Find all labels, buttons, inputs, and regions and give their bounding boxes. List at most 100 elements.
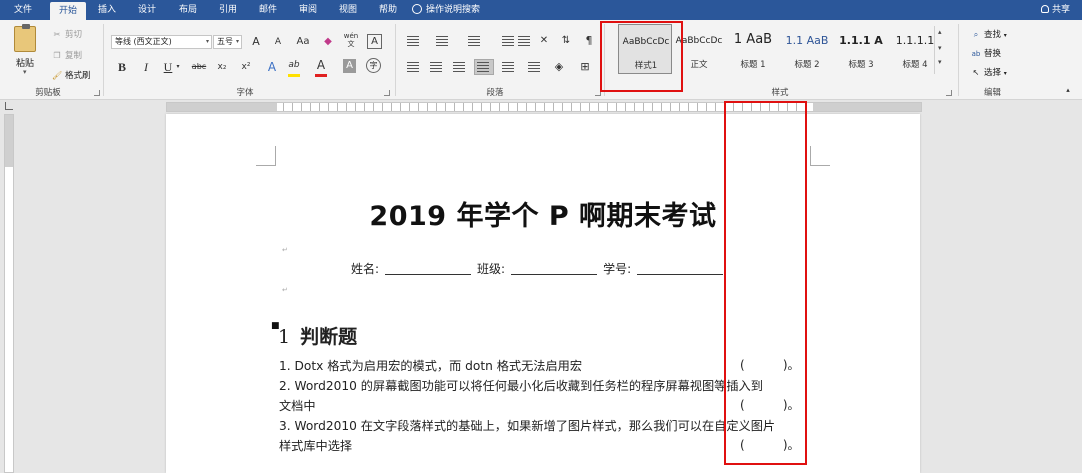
scissors-icon: ✂ [53, 30, 61, 39]
font-color-button[interactable]: A [313, 57, 329, 73]
paragraph-mark: ↵ [282, 246, 288, 254]
class-blank[interactable] [511, 264, 598, 275]
style-sample: 1.1.1 A [839, 34, 883, 47]
horizontal-ruler[interactable] [166, 102, 922, 112]
text-effects-button[interactable]: A [264, 59, 280, 75]
chevron-down-icon[interactable]: ▾ [938, 44, 942, 52]
italic-button[interactable]: I [138, 59, 154, 75]
highlight-color-button[interactable]: ab [286, 57, 302, 73]
numbering-icon [436, 36, 448, 46]
style-item-heading3[interactable]: 1.1.1 A 标题 3 [834, 24, 888, 74]
select-button[interactable]: ↖ 选择 ▾ [971, 66, 1007, 78]
tab-selector-icon[interactable] [5, 102, 13, 110]
style-item-heading2[interactable]: 1.1 AaB 标题 2 [780, 24, 834, 74]
font-name-combo[interactable]: 等线 (西文正文) ▾ [111, 35, 212, 49]
tab-review[interactable]: 审阅 [293, 0, 323, 20]
align-left-button[interactable] [405, 60, 421, 74]
numbering-button[interactable] [434, 34, 450, 48]
search-icon: ⌕ [973, 30, 979, 39]
subscript-button[interactable]: x₂ [214, 59, 230, 75]
shading-button[interactable]: ◈ [551, 59, 567, 75]
chevron-up-icon[interactable]: ▴ [938, 28, 942, 36]
paragraph-group-label: 段落 [486, 88, 504, 98]
collapse-ribbon-icon[interactable]: ▴ [1062, 82, 1074, 98]
tab-mailings[interactable]: 邮件 [253, 0, 283, 20]
decrease-indent-icon [502, 36, 514, 46]
chinese-layout-button[interactable]: ✕ [536, 33, 552, 49]
sort-button[interactable]: ⇅ [558, 33, 574, 49]
change-case-button[interactable]: Aa [292, 34, 314, 50]
phonetic-guide-button[interactable]: wén 文 [343, 32, 359, 48]
tab-view[interactable]: 视图 [333, 0, 363, 20]
bullets-button[interactable] [405, 34, 421, 48]
font-color-swatch [315, 74, 327, 77]
question-3-line-1: 3. Word2010 在文字段落样式的基础上，如果新增了图片样式，那么我们可以… [279, 419, 776, 433]
align-center-icon [430, 62, 442, 72]
annotation-box-styles [600, 21, 683, 92]
shrink-font-button[interactable]: A [270, 34, 286, 50]
name-blank[interactable] [385, 264, 472, 275]
tell-me-search[interactable]: 操作说明搜索 [412, 0, 480, 20]
find-button[interactable]: ⌕ 查找 ▾ [971, 28, 1007, 40]
align-center-button[interactable] [428, 60, 444, 74]
styles-launcher-icon[interactable] [946, 90, 952, 96]
copy-label: 复制 [65, 51, 83, 61]
copy-icon: ❐ [53, 51, 61, 60]
decrease-indent-button[interactable] [500, 34, 516, 48]
multilevel-list-icon [468, 36, 480, 46]
heading-number: 1 [278, 326, 291, 348]
font-size-combo[interactable]: 五号 ▾ [213, 35, 242, 49]
vertical-ruler[interactable] [4, 114, 14, 473]
font-launcher-icon[interactable] [384, 90, 390, 96]
tab-help[interactable]: 帮助 [373, 0, 403, 20]
chevron-down-icon: ▾ [1003, 32, 1007, 39]
align-right-icon [453, 62, 465, 72]
bold-button[interactable]: B [114, 59, 130, 75]
line-spacing-button[interactable] [526, 60, 542, 74]
clear-formatting-icon[interactable]: ◆ [320, 34, 336, 50]
tab-insert[interactable]: 插入 [92, 0, 122, 20]
tab-layout[interactable]: 布局 [173, 0, 203, 20]
font-size-value: 五号 [217, 37, 233, 46]
show-marks-button[interactable]: ¶ [581, 33, 597, 49]
borders-button[interactable]: ⊞ [577, 59, 593, 75]
increase-indent-button[interactable] [516, 34, 532, 48]
crop-mark [810, 146, 830, 166]
tab-design[interactable]: 设计 [132, 0, 162, 20]
multilevel-list-button[interactable] [466, 34, 482, 48]
styles-group-label: 样式 [771, 88, 789, 98]
ruler-ticks [167, 103, 921, 111]
superscript-button[interactable]: x² [238, 59, 254, 75]
paragraph-mark: ↵ [282, 286, 288, 294]
id-blank[interactable] [637, 264, 724, 275]
more-styles-icon[interactable]: ▾ [938, 58, 942, 66]
tab-references[interactable]: 引用 [213, 0, 243, 20]
section-heading: 1 判断题 [278, 322, 357, 349]
character-shading-button[interactable]: A [343, 59, 356, 73]
style-item-heading1[interactable]: 1 AaB 标题 1 [726, 24, 780, 74]
tab-home[interactable]: 开始 [50, 2, 86, 20]
chevron-down-icon: ▾ [205, 38, 209, 45]
question-3-line-2: 样式库中选择 [279, 439, 353, 453]
style-sample: 1 AaB [733, 32, 773, 47]
copy-button[interactable]: ❐ 复制 [52, 49, 82, 61]
clipboard-launcher-icon[interactable] [94, 90, 100, 96]
format-painter-button[interactable]: 🖌 格式刷 [52, 69, 91, 81]
font-name-value: 等线 (西文正文) [115, 37, 172, 46]
align-right-button[interactable] [451, 60, 467, 74]
grow-font-button[interactable]: A [248, 34, 264, 50]
enclose-characters-button[interactable]: 字 [366, 58, 381, 73]
share-button[interactable]: 共享 [1040, 0, 1070, 20]
cut-button[interactable]: ✂ 剪切 [52, 28, 82, 40]
justify-button[interactable] [474, 59, 494, 75]
tab-file[interactable]: 文件 [8, 0, 38, 20]
strikethrough-button[interactable]: abc [190, 59, 208, 75]
chevron-down-icon: ▾ [1003, 70, 1007, 77]
distributed-button[interactable] [500, 60, 516, 74]
bullets-icon [407, 36, 419, 46]
chevron-down-icon[interactable]: ▾ [174, 59, 182, 75]
annotation-box-answers [724, 101, 807, 465]
styles-gallery-scroll[interactable]: ▴ ▾ ▾ [934, 26, 948, 74]
replace-button[interactable]: ab 替换 [971, 47, 1001, 59]
character-border-button[interactable]: A [367, 34, 382, 49]
